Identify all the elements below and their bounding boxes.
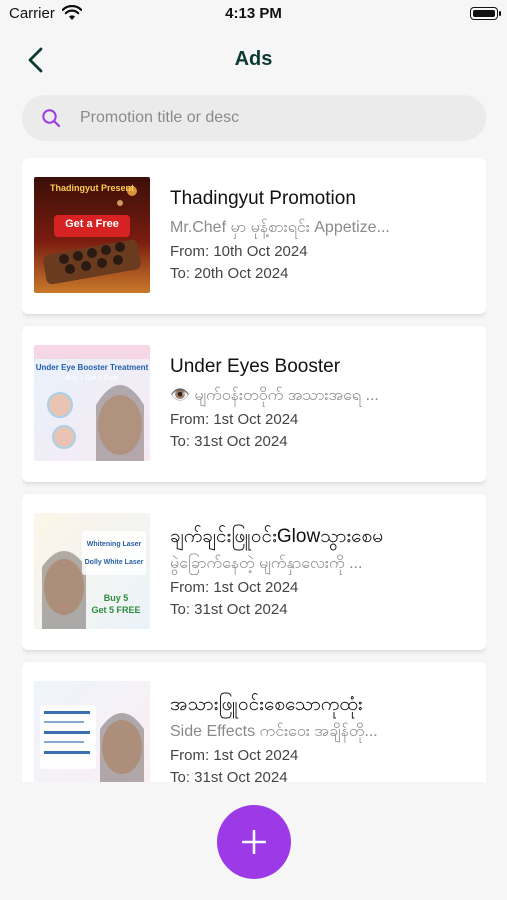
ad-end-date: To: 31st Oct 2024 <box>170 769 288 782</box>
ad-end-date: To: 31st Oct 2024 <box>170 433 288 450</box>
add-ad-button[interactable] <box>217 805 291 879</box>
ad-card[interactable]: Thadingyut Present Get a Free Thadingyut… <box>22 158 486 314</box>
ad-start-date: From: 10th Oct 2024 <box>170 243 308 260</box>
thumb-heading: Under Eye Booster Treatment <box>35 363 149 372</box>
food-tray-graphic <box>43 186 141 285</box>
ad-end-date: To: 20th Oct 2024 <box>170 265 289 282</box>
ad-card[interactable]: Under Eye Booster Treatment Buy 1 Get 1 … <box>22 326 486 482</box>
ad-description: မွဲခြောက်နေတဲ့ မျက်နှာလေးကို ... <box>170 555 363 572</box>
search-icon <box>42 109 61 128</box>
search-input[interactable] <box>80 95 470 141</box>
model-graphic <box>40 705 144 782</box>
ad-title: အသားဖြူဝင်းစေသောကုထုံး <box>170 694 363 715</box>
ad-thumbnail: Thadingyut Present Get a Free <box>34 177 150 293</box>
ad-title: Thadingyut Promotion <box>170 188 356 209</box>
ad-thumbnail: Under Eye Booster Treatment Buy 1 Get 1 … <box>34 345 150 461</box>
ad-title: ချက်ချင်းဖြူဝင်းGlowသွားစေမ <box>170 526 384 547</box>
ad-card[interactable]: အသားဖြူဝင်းစေသောကုထုံး Side Effects ကင်း… <box>22 662 486 782</box>
ad-start-date: From: 1st Oct 2024 <box>170 411 299 428</box>
ad-description: Mr.Chef မှာ မုန့်စားရင်း Appetize... <box>170 219 390 236</box>
ad-title: Under Eyes Booster <box>170 356 341 377</box>
thumb-offer: Get a Free <box>65 218 119 230</box>
ad-description: Side Effects ကင်းဝေး အချိန်တို... <box>170 723 378 740</box>
ad-end-date: To: 31st Oct 2024 <box>170 601 288 618</box>
ads-list[interactable]: Thadingyut Present Get a Free Thadingyut… <box>22 158 486 782</box>
status-time: 4:13 PM <box>225 5 282 22</box>
status-bar: Carrier 4:13 PM <box>0 0 507 30</box>
ad-start-date: From: 1st Oct 2024 <box>170 579 299 596</box>
battery-icon <box>470 7 498 20</box>
ad-thumbnail: Whitening Laser Dolly White Laser Buy 5 … <box>34 513 150 629</box>
thumb-offer-2: Get 5 FREE <box>91 605 141 615</box>
plus-icon <box>242 830 266 854</box>
thumb-offer: Buy 1 Get 1 Free <box>65 375 119 382</box>
ad-start-date: From: 1st Oct 2024 <box>170 747 299 764</box>
page-title: Ads <box>234 48 273 70</box>
battery-cap <box>499 11 501 16</box>
ad-description: 👁️ မျက်ဝန်းတဝိုက် အသားအရေ ... <box>170 387 379 404</box>
ad-thumbnail <box>34 681 150 782</box>
thumb-offer: Buy 5 <box>103 593 129 603</box>
search-bar[interactable] <box>22 95 486 141</box>
thumb-label-1: Whitening Laser <box>86 541 142 548</box>
nav-header: Ads <box>0 38 507 82</box>
ad-card[interactable]: Whitening Laser Dolly White Laser Buy 5 … <box>22 494 486 650</box>
thumb-heading: Thadingyut Present <box>49 183 134 193</box>
thumb-label-2: Dolly White Laser <box>84 559 144 566</box>
